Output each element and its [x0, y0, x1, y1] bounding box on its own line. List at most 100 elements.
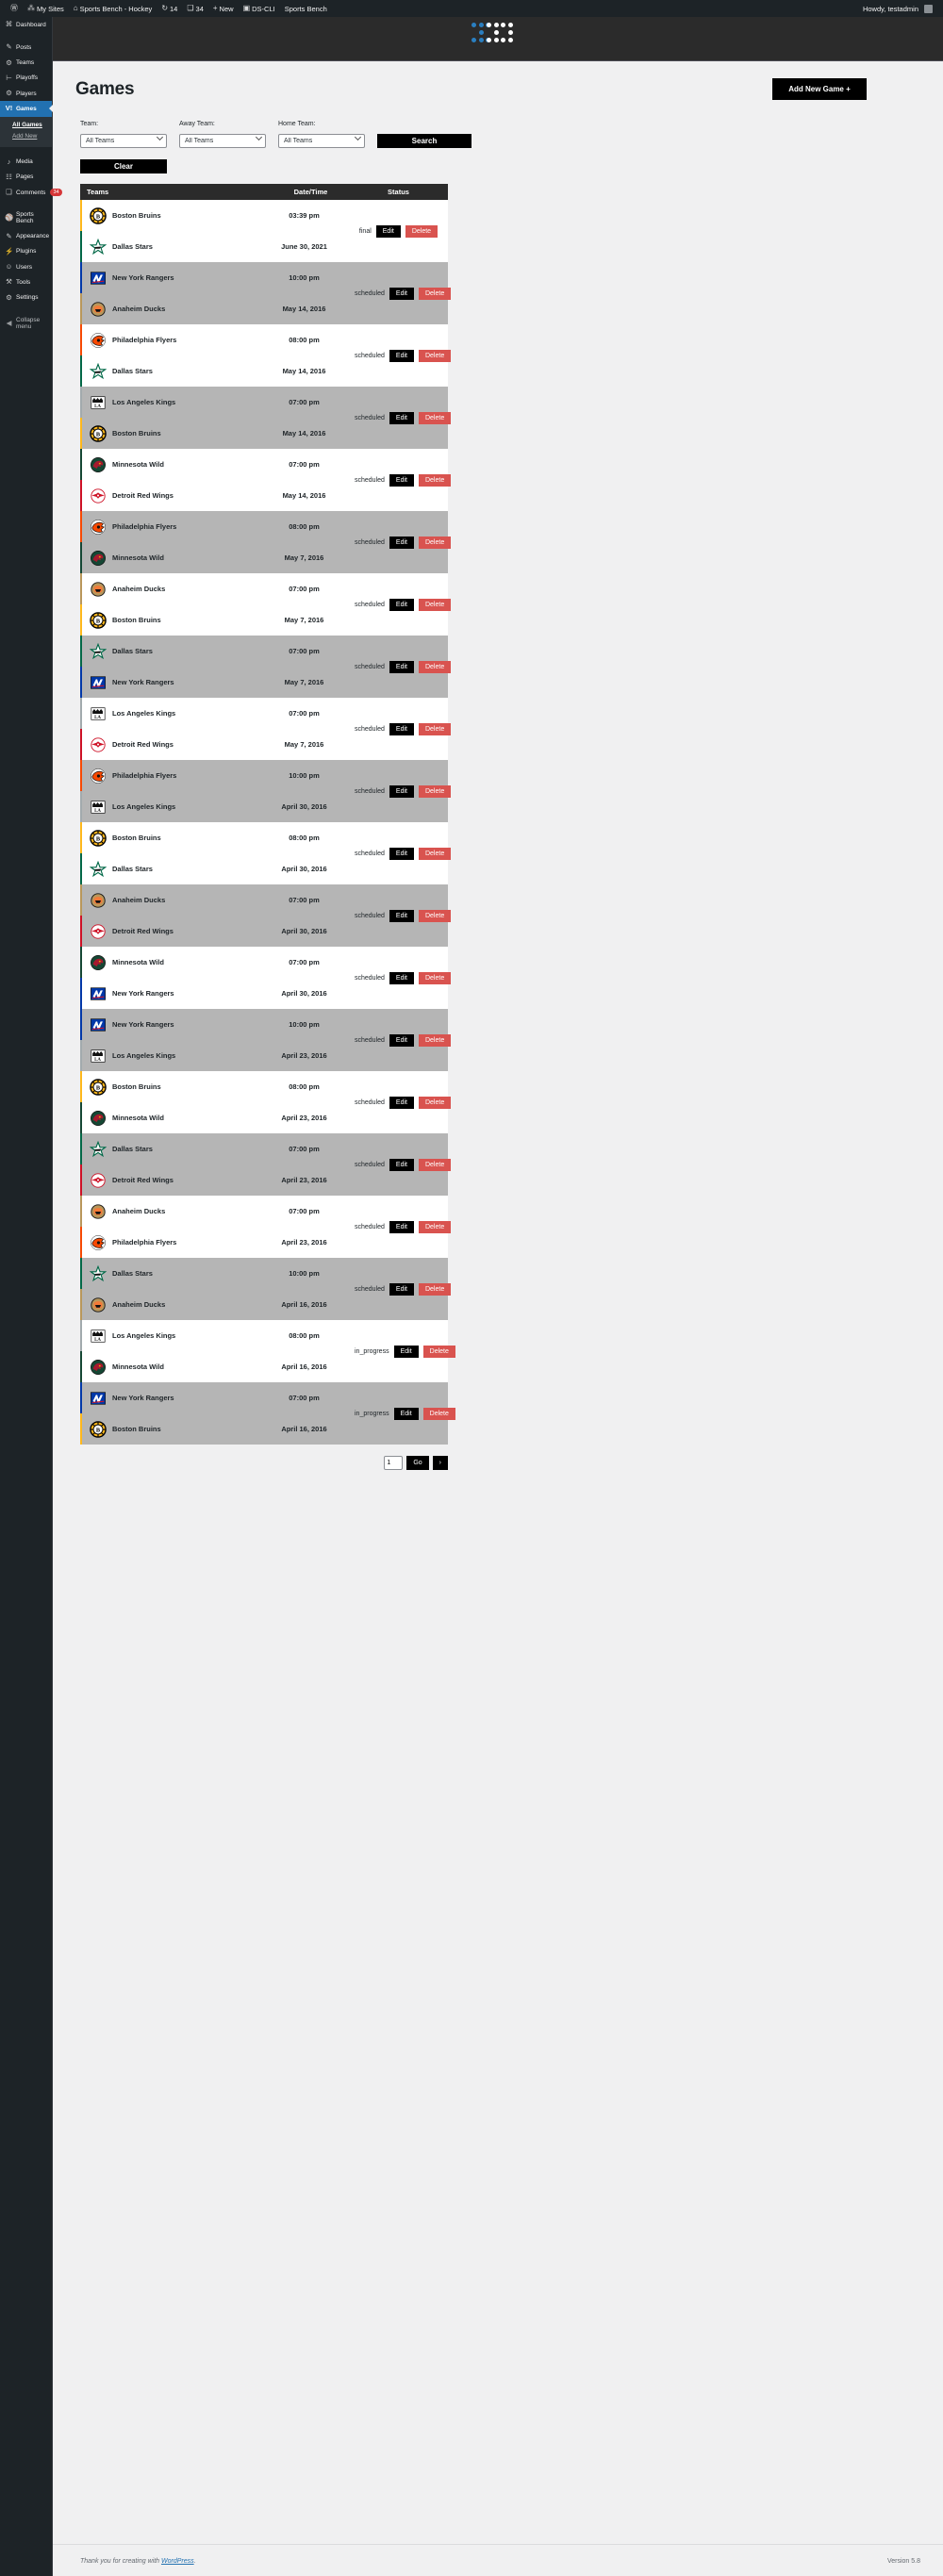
edit-button[interactable]: Edit: [389, 909, 414, 922]
home-team-select[interactable]: All Teams: [278, 134, 365, 148]
sidebar-item-tools[interactable]: ⚒ Tools: [0, 274, 52, 289]
sidebar-item-pages[interactable]: ☷ Pages: [0, 170, 52, 185]
adminbar-item-sports-bench-hockey[interactable]: ⌂ Sports Bench - Hockey: [69, 0, 157, 17]
delete-button[interactable]: Delete: [405, 224, 438, 238]
edit-button[interactable]: Edit: [389, 1096, 414, 1109]
ducks-logo: [90, 1203, 107, 1220]
home-team: Detroit Red Wings: [80, 729, 259, 760]
delete-button[interactable]: Delete: [422, 1345, 455, 1358]
row-teams-cell: Philadelphia Flyers LA Los Angeles Kings: [80, 760, 259, 822]
delete-button[interactable]: Delete: [418, 971, 452, 984]
delete-button[interactable]: Delete: [418, 660, 452, 673]
rangers-logo: [90, 1016, 107, 1033]
edit-button[interactable]: Edit: [389, 1220, 414, 1233]
edit-button[interactable]: Edit: [389, 473, 414, 487]
sidebar-item-plugins[interactable]: ⚡ Plugins: [0, 244, 52, 259]
adminbar-item-34[interactable]: ❑ 34: [182, 0, 208, 17]
next-page-button[interactable]: ›: [432, 1456, 448, 1470]
delete-button[interactable]: Delete: [418, 349, 452, 362]
status-badge: scheduled: [355, 1098, 385, 1106]
edit-button[interactable]: Edit: [389, 1158, 414, 1171]
sidebar-item-appearance[interactable]: ✎ Appearance: [0, 229, 52, 244]
home-team-select-wrapper: All Teams: [278, 130, 365, 148]
adminbar-item-wordpress-icon[interactable]: Ⓦ: [6, 0, 23, 17]
row-datetime-cell: 07:00 pm April 30, 2016: [259, 884, 349, 947]
sidebar-item-label: Comments: [16, 189, 46, 196]
delete-button[interactable]: Delete: [418, 473, 452, 487]
status-badge: scheduled: [355, 974, 385, 982]
edit-button[interactable]: Edit: [389, 722, 414, 735]
delete-button[interactable]: Delete: [422, 1407, 455, 1420]
wordpress-link[interactable]: WordPress: [161, 2558, 194, 2565]
away-team-name: Boston Bruins: [112, 211, 161, 220]
sidebar-item-media[interactable]: ♪ Media: [0, 155, 52, 170]
delete-button[interactable]: Delete: [418, 411, 452, 424]
edit-button[interactable]: Edit: [389, 598, 414, 611]
edit-button[interactable]: Edit: [389, 1033, 414, 1047]
page-number-input[interactable]: [384, 1456, 404, 1470]
adminbar-item-ds-cli[interactable]: ▣ DS-CLI: [239, 0, 280, 17]
team-select[interactable]: All Teams: [80, 134, 167, 148]
sidebar-item-teams[interactable]: ⚙ Teams: [0, 56, 52, 71]
delete-button[interactable]: Delete: [418, 847, 452, 860]
comments-icon: ❑: [187, 4, 194, 12]
edit-button[interactable]: Edit: [393, 1345, 419, 1358]
away-team-select[interactable]: All Teams: [179, 134, 266, 148]
edit-button[interactable]: Edit: [389, 349, 414, 362]
delete-button[interactable]: Delete: [418, 1220, 452, 1233]
status-actions-group: scheduled Edit Delete: [355, 1220, 452, 1233]
howdy-menu[interactable]: Howdy, testadmin: [858, 0, 937, 17]
adminbar-item-14[interactable]: ↻ 14: [157, 0, 182, 17]
edit-button[interactable]: Edit: [389, 536, 414, 549]
edit-button[interactable]: Edit: [389, 660, 414, 673]
delete-button[interactable]: Delete: [418, 1033, 452, 1047]
row-datetime-cell: 07:00 pm May 7, 2016: [259, 698, 349, 760]
clear-button[interactable]: Clear: [80, 159, 167, 173]
delete-button[interactable]: Delete: [418, 287, 452, 300]
edit-button[interactable]: Edit: [389, 784, 414, 798]
delete-button[interactable]: Delete: [418, 722, 452, 735]
home-team: LA Los Angeles Kings: [80, 1040, 259, 1071]
edit-button[interactable]: Edit: [393, 1407, 419, 1420]
edit-button[interactable]: Edit: [375, 224, 401, 238]
sidebar-item-comments[interactable]: ❑ Comments 34: [0, 185, 62, 200]
add-new-game-button[interactable]: Add New Game +: [772, 78, 867, 100]
sidebar-item-users[interactable]: ☺ Users: [0, 259, 52, 274]
rangers-logo: [90, 1390, 107, 1407]
sidebar-item-players[interactable]: ⚙ Players: [0, 86, 52, 101]
sidebar-item-dashboard[interactable]: ⌘ Dashboard: [0, 17, 52, 32]
edit-button[interactable]: Edit: [389, 1282, 414, 1296]
delete-button[interactable]: Delete: [418, 536, 452, 549]
column-header-status: Status: [388, 188, 409, 196]
submenu-item-add-new[interactable]: Add New: [0, 131, 52, 142]
adminbar-item-new[interactable]: + New: [208, 0, 239, 17]
edit-button[interactable]: Edit: [389, 287, 414, 300]
sidebar-item-sports-bench[interactable]: ⚾ Sports Bench: [0, 207, 52, 228]
delete-button[interactable]: Delete: [418, 909, 452, 922]
row-datetime-cell: 10:00 pm May 14, 2016: [259, 262, 349, 324]
search-button[interactable]: Search: [377, 134, 472, 148]
row-status-cell: scheduled Edit Delete: [349, 511, 456, 573]
sidebar-item-games[interactable]: V! Games: [0, 101, 53, 117]
collapse-menu-button[interactable]: ◀ Collapse menu: [0, 313, 52, 334]
delete-button[interactable]: Delete: [418, 1158, 452, 1171]
adminbar-item-sports-bench[interactable]: Sports Bench: [280, 0, 332, 17]
edit-button[interactable]: Edit: [389, 971, 414, 984]
sidebar-item-playoffs[interactable]: ⊢ Playoffs: [0, 71, 52, 86]
delete-button[interactable]: Delete: [418, 1096, 452, 1109]
away-team-name: New York Rangers: [112, 1020, 174, 1029]
submenu-item-all-games[interactable]: All Games: [0, 120, 52, 131]
adminbar-item-my-sites[interactable]: ⁂ My Sites: [23, 0, 69, 17]
sidebar-item-settings[interactable]: ⚙ Settings: [0, 290, 52, 305]
row-teams-cell: Dallas Stars Detroit Red Wings: [80, 1133, 259, 1196]
delete-button[interactable]: Delete: [418, 784, 452, 798]
delete-button[interactable]: Delete: [418, 1282, 452, 1296]
delete-button[interactable]: Delete: [418, 598, 452, 611]
sidebar-item-posts[interactable]: ✎ Posts: [0, 40, 52, 55]
away-team: Anaheim Ducks: [80, 884, 259, 916]
row-teams-cell: Anaheim Ducks Detroit Red Wings: [80, 884, 259, 947]
go-button[interactable]: Go: [406, 1456, 429, 1470]
edit-button[interactable]: Edit: [389, 411, 414, 424]
kings-logo: LA: [90, 1328, 107, 1345]
edit-button[interactable]: Edit: [389, 847, 414, 860]
